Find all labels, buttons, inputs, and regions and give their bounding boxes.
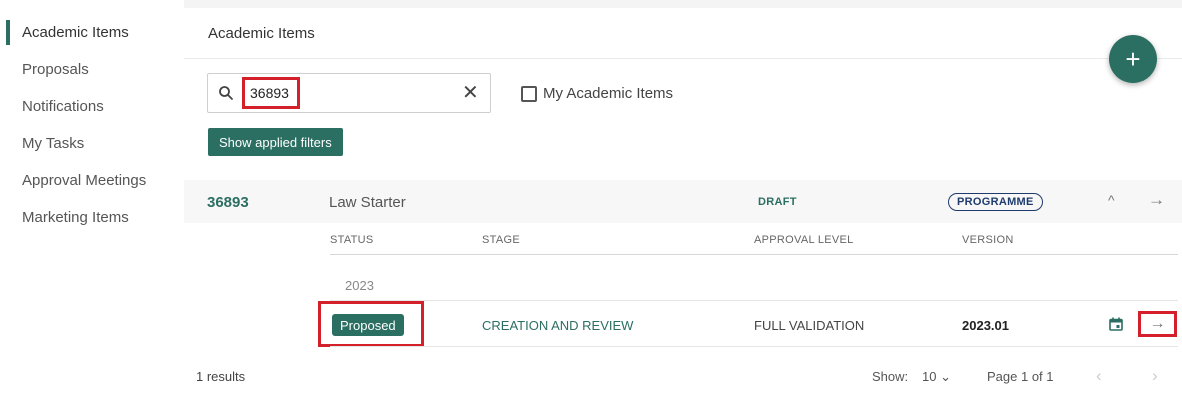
chevron-up-icon[interactable]: ^	[1108, 192, 1115, 208]
column-header-approval-level: APPROVAL LEVEL	[754, 234, 854, 246]
active-indicator	[6, 20, 10, 45]
item-status: DRAFT	[758, 196, 797, 208]
divider	[184, 58, 1182, 59]
row-stage: CREATION AND REVIEW	[482, 318, 634, 333]
my-academic-items-checkbox[interactable]: My Academic Items	[521, 85, 673, 102]
checkbox-icon[interactable]	[521, 85, 537, 102]
row-approval-level: FULL VALIDATION	[754, 318, 865, 333]
sidebar-item-notifications[interactable]: Notifications	[22, 98, 104, 115]
column-header-stage: STAGE	[482, 234, 520, 246]
divider	[330, 346, 1178, 347]
search-icon	[219, 86, 233, 100]
sidebar-item-approval-meetings[interactable]: Approval Meetings	[22, 172, 146, 189]
sidebar-item-my-tasks[interactable]: My Tasks	[22, 135, 84, 152]
sidebar: Academic Items Proposals Notifications M…	[0, 0, 184, 403]
group-header: 36893 Law Starter DRAFT PROGRAMME ^ →	[184, 180, 1182, 223]
chevron-down-icon: ⌄	[940, 369, 951, 384]
sidebar-item-marketing-items[interactable]: Marketing Items	[22, 209, 129, 226]
item-name: Law Starter	[329, 194, 406, 211]
arrow-right-icon[interactable]: →	[1148, 190, 1165, 210]
sidebar-item-academic-items[interactable]: Academic Items	[22, 24, 129, 41]
page-info: Page 1 of 1	[987, 369, 1054, 384]
add-button[interactable]: +	[1109, 35, 1157, 83]
results-count: 1 results	[196, 369, 246, 384]
my-academic-items-label: My Academic Items	[543, 85, 674, 102]
sidebar-item-proposals[interactable]: Proposals	[22, 61, 89, 78]
chevron-left-icon[interactable]: ‹	[1096, 366, 1102, 386]
status-badge: Proposed	[332, 314, 404, 336]
show-label: Show:	[872, 369, 909, 384]
search-highlight-box	[242, 77, 300, 109]
chevron-right-icon[interactable]: ›	[1152, 366, 1158, 386]
arrow-right-icon: →	[1149, 315, 1166, 332]
item-id[interactable]: 36893	[207, 194, 249, 211]
search-box: ✕	[207, 73, 491, 113]
calendar-icon[interactable]	[1109, 317, 1123, 331]
divider	[330, 254, 1178, 255]
year-label: 2023	[345, 278, 374, 293]
page-size-select[interactable]: 10 ⌄	[922, 369, 951, 385]
divider	[330, 300, 1178, 301]
open-item-button[interactable]: →	[1138, 311, 1177, 337]
item-type-badge: PROGRAMME	[948, 193, 1043, 211]
clear-icon[interactable]: ✕	[462, 83, 479, 103]
page-size-value: 10	[922, 369, 937, 384]
show-applied-filters-button[interactable]: Show applied filters	[208, 128, 343, 156]
column-header-status: STATUS	[330, 234, 374, 246]
column-header-version: VERSION	[962, 234, 1014, 246]
main-panel: Academic Items + ✕ My Academic Items Sho…	[184, 8, 1182, 403]
page-title: Academic Items	[208, 25, 315, 42]
row-version: 2023.01	[962, 318, 1009, 333]
